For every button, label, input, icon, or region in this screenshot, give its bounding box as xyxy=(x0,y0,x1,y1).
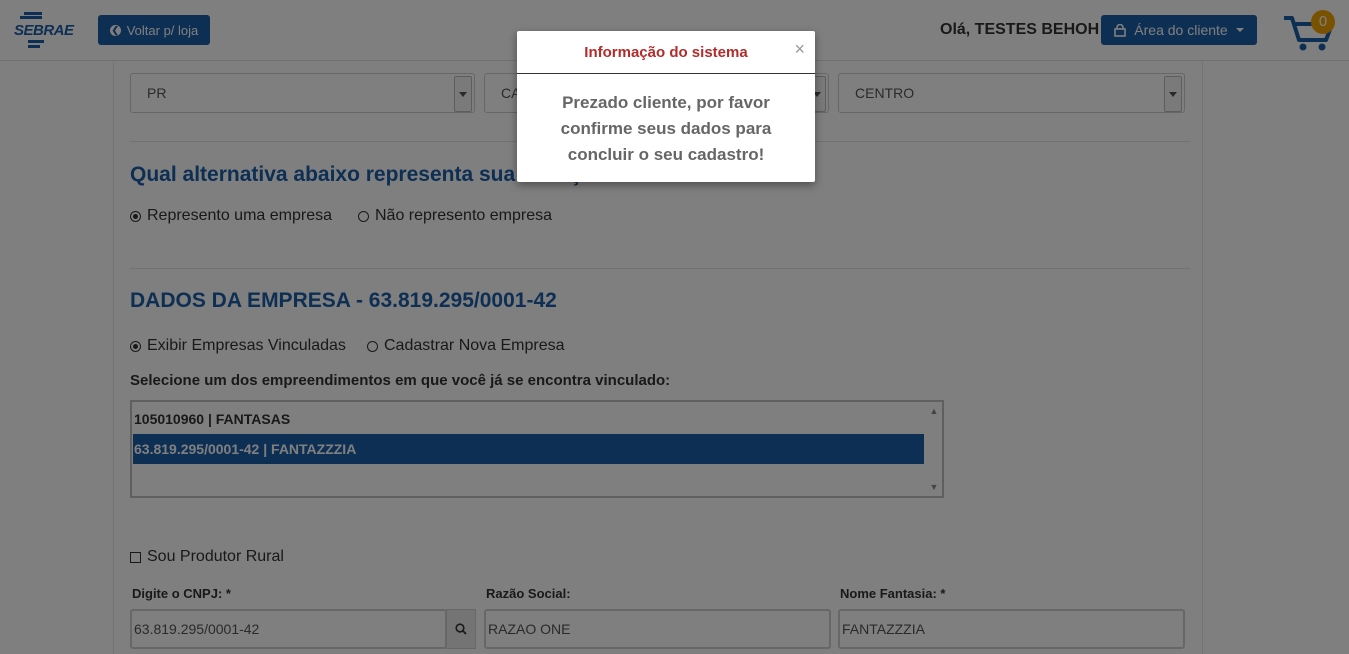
dialog-message: Prezado cliente, por favor confirme seus… xyxy=(560,93,772,164)
system-info-dialog: Informação do sistema × Prezado cliente,… xyxy=(517,31,815,182)
close-icon[interactable]: × xyxy=(794,40,805,58)
dialog-header: Informação do sistema × xyxy=(517,31,815,74)
dialog-title: Informação do sistema xyxy=(584,44,748,61)
